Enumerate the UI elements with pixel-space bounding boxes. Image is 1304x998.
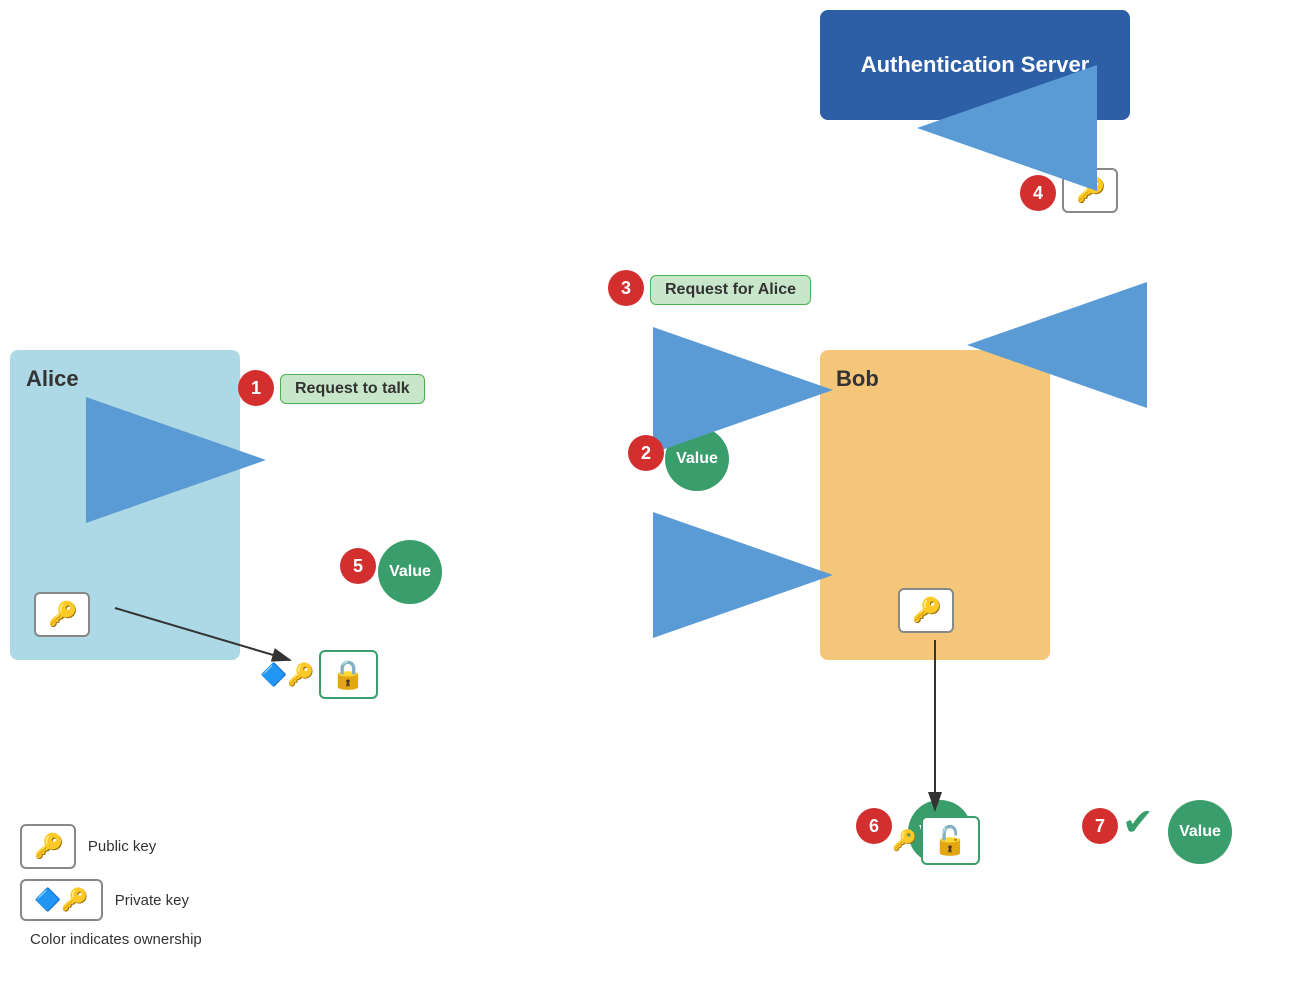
request-for-alice-label: Request for Alice — [650, 275, 811, 305]
step4-key-box: 🔑 — [1062, 168, 1118, 213]
legend-public-key-icon: 🔑 — [34, 832, 62, 861]
legend-public-key-label: Public key — [88, 838, 156, 855]
step2-badge: 2 — [628, 435, 664, 471]
bob-public-key-icon: 🔑 — [912, 596, 940, 625]
value-circle-7: Value — [1168, 800, 1232, 864]
diagram-container: Authentication Server Alice Bob 1 Reques… — [0, 0, 1304, 998]
legend-private-key-label: Private key — [115, 892, 189, 909]
legend: 🔑 Public key 🔷🔑 Private key Color indica… — [20, 824, 202, 958]
lock-icon-alice: 🔒 — [331, 658, 366, 691]
legend-color-note: Color indicates ownership — [20, 931, 202, 948]
step6-badge: 6 — [856, 808, 892, 844]
value-circle-5: Value — [378, 540, 442, 604]
alice-public-key-icon: 🔑 — [48, 600, 76, 629]
legend-private-key-icon: 🔷🔑 — [34, 887, 89, 913]
step1-badge: 1 — [238, 370, 274, 406]
step3-badge: 3 — [608, 270, 644, 306]
alice-encrypt-group: 🔷🔑 🔒 — [260, 650, 378, 699]
auth-server-label: Authentication Server — [861, 51, 1090, 80]
legend-color-note-label: Color indicates ownership — [30, 931, 202, 948]
lock-box-bob: 🔓 — [921, 816, 980, 865]
bob-key-icon: 🔑 — [892, 828, 917, 853]
bob-label: Bob — [836, 366, 879, 392]
step7-badge: 7 — [1082, 808, 1118, 844]
checkmark-icon: ✔ — [1122, 800, 1154, 845]
auth-server-box: Authentication Server — [820, 10, 1130, 120]
step4-badge: 4 — [1020, 175, 1056, 211]
legend-private-key: 🔷🔑 Private key — [20, 879, 202, 921]
legend-public-key: 🔑 Public key — [20, 824, 202, 869]
bob-public-key-box: 🔑 — [898, 588, 954, 633]
diamond-key-icon: 🔷🔑 — [260, 662, 315, 688]
alice-public-key-box: 🔑 — [34, 592, 90, 637]
lock-box-alice: 🔒 — [319, 650, 378, 699]
value-circle-2: Value — [665, 427, 729, 491]
bob-decrypt-group: 🔑 🔓 — [892, 816, 980, 865]
alice-label: Alice — [26, 366, 79, 392]
legend-public-key-box: 🔑 — [20, 824, 76, 869]
request-to-talk-label: Request to talk — [280, 374, 425, 404]
step5-badge: 5 — [340, 548, 376, 584]
legend-private-key-box: 🔷🔑 — [20, 879, 103, 921]
key-icon-4: 🔑 — [1076, 176, 1104, 205]
lock-icon-bob: 🔓 — [933, 824, 968, 857]
